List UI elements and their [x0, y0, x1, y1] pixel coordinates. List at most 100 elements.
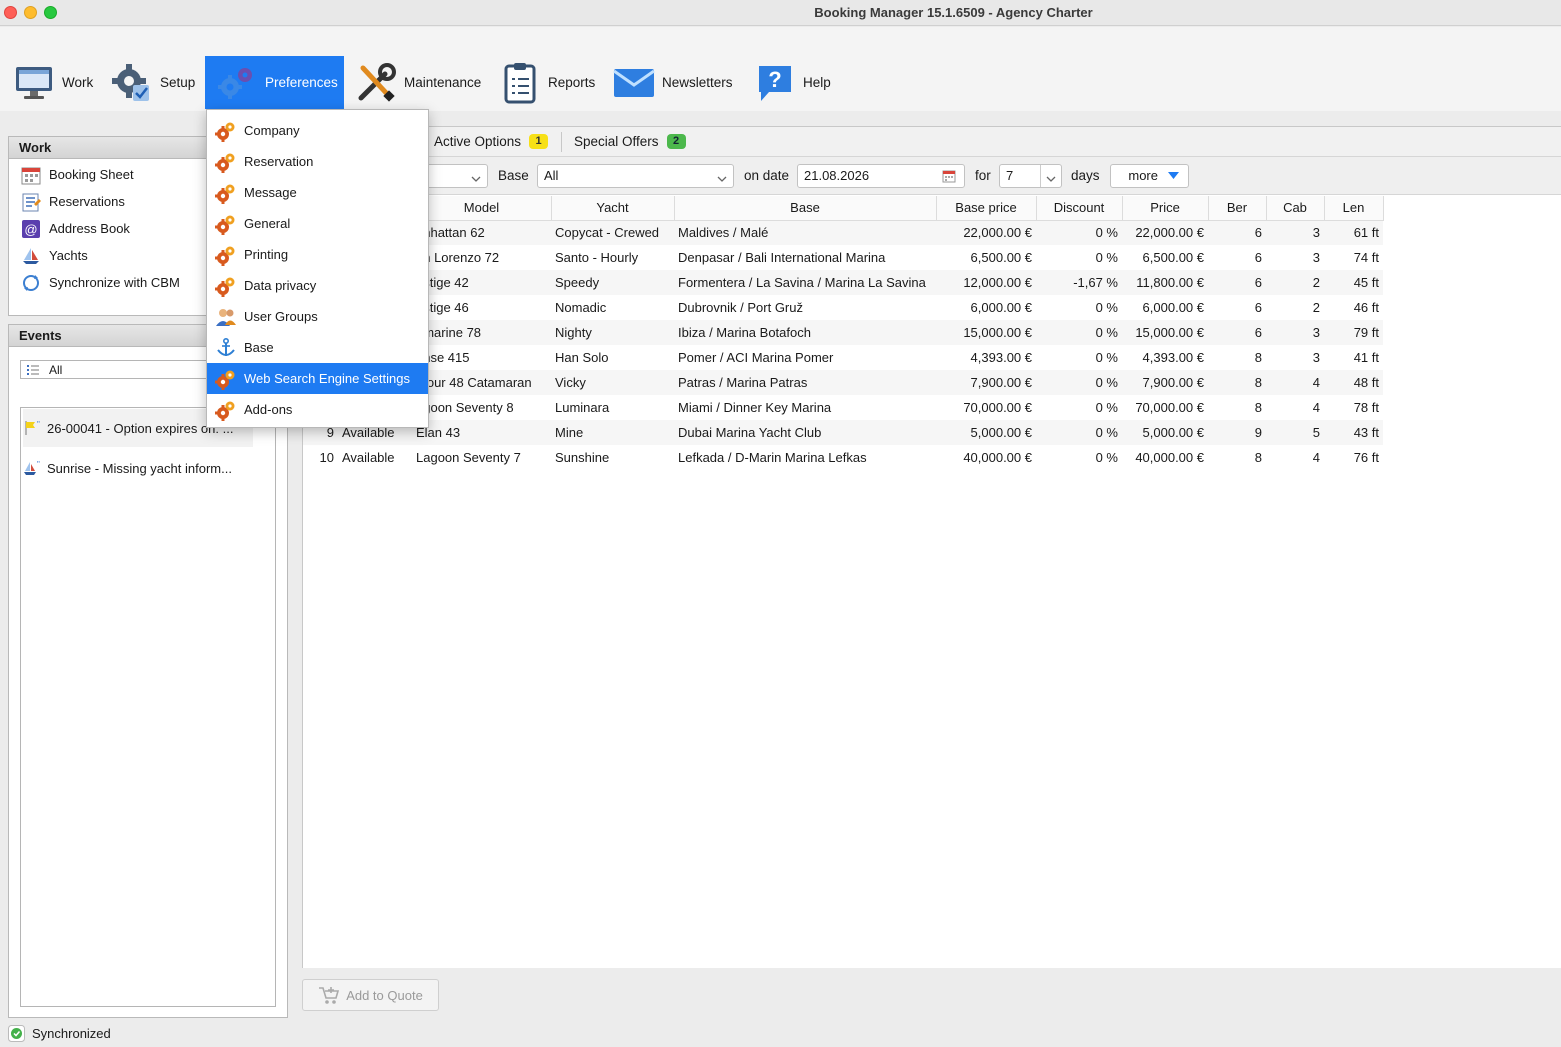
menu-item-base[interactable]: Base: [207, 332, 428, 363]
table-row[interactable]: agoon Seventy 8 Luminara Miami / Dinner Ke…: [303, 395, 1383, 420]
cell-ber: 8: [1254, 400, 1262, 415]
column-header-berths[interactable]: Ber: [1208, 196, 1267, 221]
cell-base-price: 5,000.00 €: [936, 420, 1036, 445]
more-button[interactable]: more: [1110, 164, 1189, 188]
gears-icon: [215, 213, 237, 235]
gears-icon: [215, 182, 237, 204]
at-sign-icon: @: [21, 219, 41, 239]
tab-active-options[interactable]: Active Options 1: [434, 134, 549, 149]
cell-len: 46 ft: [1353, 300, 1379, 315]
menu-item-add-ons[interactable]: Add-ons: [207, 394, 428, 425]
cell-cab: 4: [1312, 400, 1320, 415]
results-table: Model Yacht Base Base price Discount Pri…: [303, 196, 1384, 470]
wrench-screwdriver-icon: [354, 61, 398, 105]
status-bar: Synchronized: [0, 1019, 1561, 1047]
table-row[interactable]: an Lorenzo 72 Santo - Hourly Denpasar / Ba…: [303, 245, 1383, 270]
column-header-length[interactable]: Len: [1324, 196, 1384, 221]
cell-base: Lefkada / D-Marin Marina Lefkas: [678, 450, 867, 465]
days-value: 7: [1006, 168, 1014, 183]
menu-item-general[interactable]: General: [207, 208, 428, 239]
region-select[interactable]: [423, 164, 488, 188]
base-select[interactable]: All: [537, 164, 734, 188]
days-stepper[interactable]: 7: [999, 164, 1062, 188]
menu-item-label: Message: [244, 185, 297, 200]
cell-base: Dubrovnik / Port Gruž: [678, 300, 803, 315]
toolbar-help-label: Help: [803, 75, 831, 90]
column-header-base-price[interactable]: Base price: [936, 196, 1037, 221]
menu-item-company[interactable]: Company: [207, 115, 428, 146]
cell-price: 11,800.00 €: [1122, 270, 1208, 295]
date-field[interactable]: 21.08.2026: [797, 164, 965, 188]
cell-discount: 0 %: [1095, 450, 1118, 465]
menu-item-label: Reservation: [244, 154, 314, 169]
menu-item-printing[interactable]: Printing: [207, 239, 428, 270]
cell-model: Elan 43: [412, 420, 551, 445]
table-row[interactable]: estige 46 Nomadic Dubrovnik / Port Gruž 6,0…: [303, 295, 1383, 320]
column-header-price[interactable]: Price: [1122, 196, 1209, 221]
table-row[interactable]: anhattan 62 Copycat - Crewed Maldives / Ma…: [303, 220, 1383, 245]
work-item-label: Booking Sheet: [49, 167, 134, 182]
cell-status: Available: [342, 450, 395, 465]
sailboat-icon: [21, 246, 41, 266]
toolbar-maintenance-button[interactable]: Maintenance: [354, 56, 481, 109]
cell-cab: 3: [1266, 220, 1324, 245]
cell-discount: 0 %: [1036, 420, 1122, 445]
cell-yacht: Copycat - Crewed: [551, 220, 674, 245]
event-item[interactable]: " Sunrise - Missing yacht inform...: [23, 449, 253, 487]
menu-item-reservation[interactable]: Reservation: [207, 146, 428, 177]
table-row[interactable]: 10 Available Lagoon Seventy 7 Sunshine Lefka…: [303, 445, 1383, 470]
triangle-down-icon: [1167, 168, 1179, 183]
monitor-icon: [12, 61, 56, 105]
table-row[interactable]: amarine 78 Nighty Ibiza / Marina Botafoch 1…: [303, 320, 1383, 345]
cell-discount: 0 %: [1095, 400, 1118, 415]
cell-ber: 6: [1208, 220, 1266, 245]
toolbar-help-button[interactable]: ? Help: [753, 56, 831, 109]
anchor-icon: [215, 337, 237, 359]
svg-text:": ": [37, 460, 40, 469]
event-text: Sunrise - Missing yacht inform...: [47, 460, 232, 476]
menu-item-message[interactable]: Message: [207, 177, 428, 208]
table-row[interactable]: ufour 48 Catamaran Vicky Patras / Marina P…: [303, 370, 1383, 395]
filter-row: Base All on date 21.08.2026 for 7 days m…: [303, 157, 1561, 195]
cell-base: Miami / Dinner Key Marina: [678, 400, 832, 415]
toolbar-setup-button[interactable]: Setup: [110, 56, 195, 109]
cell-model: amarine 78: [412, 320, 551, 345]
column-header-cabins[interactable]: Cab: [1266, 196, 1325, 221]
cell-yacht: Han Solo: [555, 350, 609, 365]
events-filter-select[interactable]: All: [20, 360, 210, 379]
tab-special-offers[interactable]: Special Offers 2: [574, 134, 686, 149]
chevron-down-icon[interactable]: [1046, 171, 1056, 186]
cell-model: estige 42: [412, 270, 551, 295]
toolbar-reports-button[interactable]: Reports: [498, 56, 595, 109]
toolbar-newsletters-button[interactable]: Newsletters: [612, 56, 733, 109]
table-row[interactable]: 9 Available Elan 43 Mine Dubai Marina Yacht …: [303, 420, 1383, 445]
cell-yacht: Nomadic: [555, 300, 607, 315]
events-filter-value: All: [49, 362, 63, 377]
gears-icon: [215, 151, 237, 173]
menu-item-web-search-engine-settings[interactable]: Web Search Engine Settings: [207, 363, 428, 394]
cell-price: 40,000.00 €: [1135, 450, 1204, 465]
check-icon: [8, 1024, 25, 1042]
table-row[interactable]: anse 415 Han Solo Pomer / ACI Marina Pomer…: [303, 345, 1383, 370]
add-to-quote-button[interactable]: Add to Quote: [302, 979, 439, 1011]
cell-base: Denpasar / Bali International Marina: [678, 250, 886, 265]
status-text: Synchronized: [32, 1025, 111, 1041]
calendar-icon[interactable]: [942, 169, 956, 186]
cell-len: 74 ft: [1353, 250, 1379, 265]
envelope-icon: [612, 61, 656, 105]
toolbar-work-button[interactable]: Work: [12, 56, 93, 109]
table-row[interactable]: estige 42 Speedy Formentera / La Savina / …: [303, 270, 1383, 295]
column-header-discount[interactable]: Discount: [1036, 196, 1123, 221]
cell-len: 45 ft: [1324, 270, 1383, 295]
column-header-yacht[interactable]: Yacht: [551, 196, 675, 221]
menu-item-user-groups[interactable]: User Groups: [207, 301, 428, 332]
column-header-model[interactable]: Model: [412, 196, 552, 221]
menu-item-data-privacy[interactable]: Data privacy: [207, 270, 428, 301]
cell-model: anse 415: [416, 350, 470, 365]
column-header-base[interactable]: Base: [674, 196, 937, 221]
cell-discount: 0 %: [1095, 250, 1118, 265]
cell-price: 4,393.00 €: [1142, 350, 1204, 365]
toolbar-preferences-button[interactable]: Preferences: [205, 56, 344, 109]
days-label: days: [1071, 168, 1100, 183]
cell-yacht: Nighty: [551, 320, 674, 345]
